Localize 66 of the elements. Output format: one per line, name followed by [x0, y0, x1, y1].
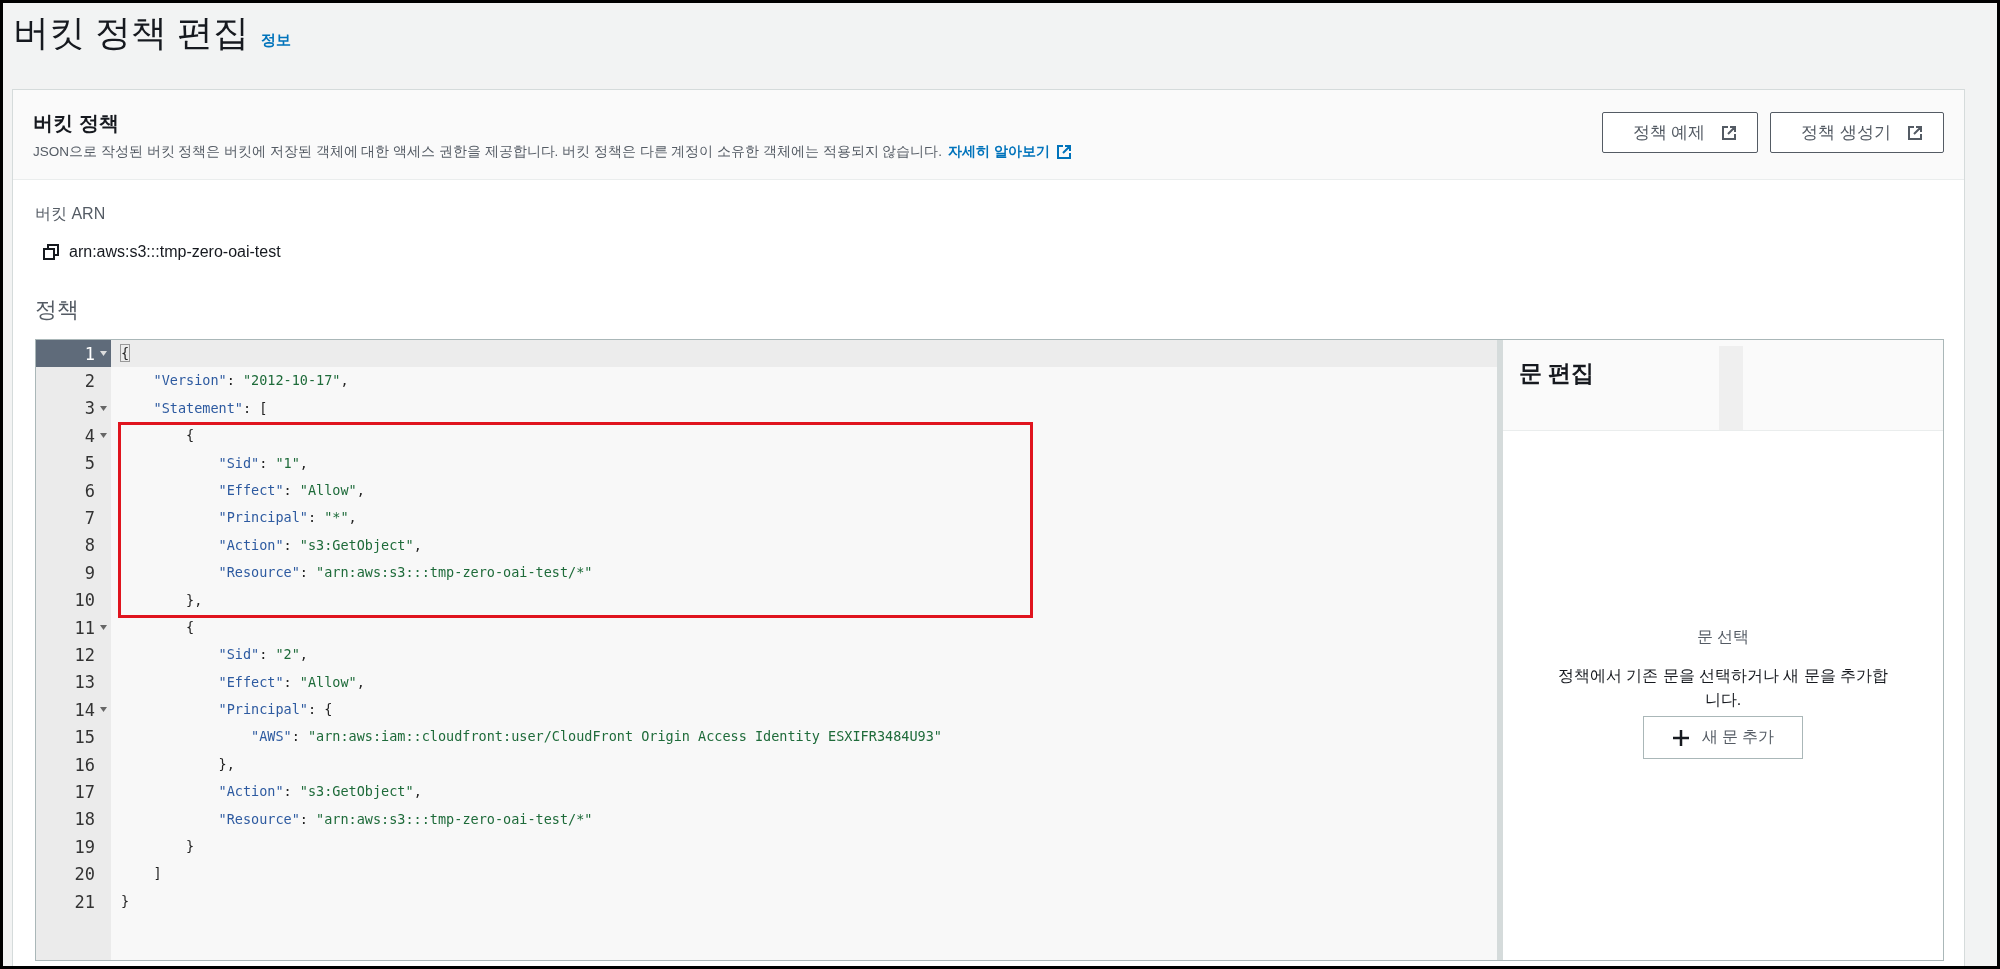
- fold-caret-icon[interactable]: [100, 433, 107, 439]
- empty-state-title: 문 선택: [1696, 627, 1750, 647]
- line-number: 13: [73, 671, 96, 695]
- code-line: "Principal": {: [217, 700, 334, 720]
- code-line: },: [185, 590, 204, 610]
- panel-title: 문 편집: [1518, 359, 1596, 388]
- external-link-button[interactable]: 정책 예제: [1601, 112, 1759, 153]
- line-number: 10: [73, 589, 96, 613]
- field-label: 버킷 ARN: [35, 204, 107, 224]
- line-number: 11: [36, 613, 111, 642]
- info-link[interactable]: 정보: [261, 31, 291, 50]
- code-line: "Action": "s3:GetObject",: [217, 535, 423, 555]
- line-number: 20: [73, 863, 96, 887]
- code-line: }: [185, 837, 196, 857]
- code-line: "Effect": "Allow",: [217, 672, 366, 692]
- card-title: 버킷 정책: [33, 111, 120, 136]
- external-link-icon: [1907, 124, 1923, 141]
- line-number: 9: [83, 561, 96, 585]
- code-line: {: [185, 426, 196, 446]
- fold-caret-icon[interactable]: [100, 405, 107, 411]
- card-description: JSON으로 작성된 버킷 정책은 버킷에 저장된 객체에 대한 액세스 권한을 제공합니다. 버킷 정책은 다른 계정이 소유한 객체에는 적용되지 않습니다.: [33, 143, 943, 161]
- line-number: 2: [83, 370, 96, 394]
- line-number: 15: [73, 726, 96, 750]
- line-number: 12: [73, 644, 96, 667]
- code-line: "Principal": "*",: [217, 508, 358, 528]
- copy-icon[interactable]: [43, 244, 59, 260]
- code-line: {: [185, 617, 196, 637]
- code-line: },: [217, 754, 236, 774]
- code-line: ]: [152, 864, 163, 884]
- fold-caret-icon[interactable]: [100, 624, 107, 630]
- code-line: }: [120, 891, 131, 911]
- code-line: "Sid": "2",: [217, 645, 309, 665]
- line-number: 8: [83, 534, 96, 558]
- line-number: 18: [73, 808, 96, 832]
- line-number: 5: [83, 452, 96, 476]
- arn-value: arn:aws:s3:::tmp-zero-oai-test: [69, 243, 281, 261]
- external-link-button[interactable]: 정책 생성기: [1770, 112, 1944, 153]
- code-line: "Sid": "1",: [217, 453, 309, 473]
- learn-more-link[interactable]: 자세히 알아보기: [948, 143, 1072, 161]
- fold-caret-icon[interactable]: [100, 707, 107, 713]
- line-number: 4: [36, 422, 111, 450]
- line-number: 21: [73, 890, 96, 914]
- line-number: 1: [36, 340, 111, 368]
- line-number: 6: [83, 479, 96, 503]
- code-line: "Statement": [: [152, 398, 269, 418]
- add-statement-button[interactable]: 새 문 추가: [1642, 716, 1804, 759]
- empty-state-text: 정책에서 기존 문을 선택하거나 새 문을 추가합니다.: [1556, 666, 1890, 710]
- plus-icon: [1671, 728, 1690, 747]
- code-line: "Resource": "arn:aws:s3:::tmp-zero-oai-test/*": [217, 563, 594, 583]
- line-number: 14: [36, 696, 111, 724]
- line-number: 16: [73, 753, 96, 777]
- code-line: "Action": "s3:GetObject",: [217, 782, 423, 802]
- external-link-icon: [1055, 144, 1072, 160]
- line-number: 3: [36, 394, 111, 423]
- line-number: 17: [73, 780, 96, 804]
- code-line: "Version": "2012-10-17",: [152, 371, 350, 391]
- line-number: 7: [83, 507, 96, 531]
- section-label: 정책: [35, 296, 80, 324]
- code-line: "Resource": "arn:aws:s3:::tmp-zero-oai-test/*": [217, 809, 594, 829]
- resize-handle[interactable]: [1497, 340, 1502, 960]
- code-line: "AWS": "arn:aws:iam::cloudfront:user/CloudFront Origin Access Identity ESXIFR3484U93": [250, 727, 943, 747]
- external-link-icon: [1721, 124, 1738, 141]
- line-number: 19: [73, 835, 96, 859]
- fold-caret-icon[interactable]: [100, 351, 107, 356]
- page-title: 버킷 정책 편집: [13, 11, 249, 55]
- code-line: "Effect": "Allow",: [217, 480, 366, 500]
